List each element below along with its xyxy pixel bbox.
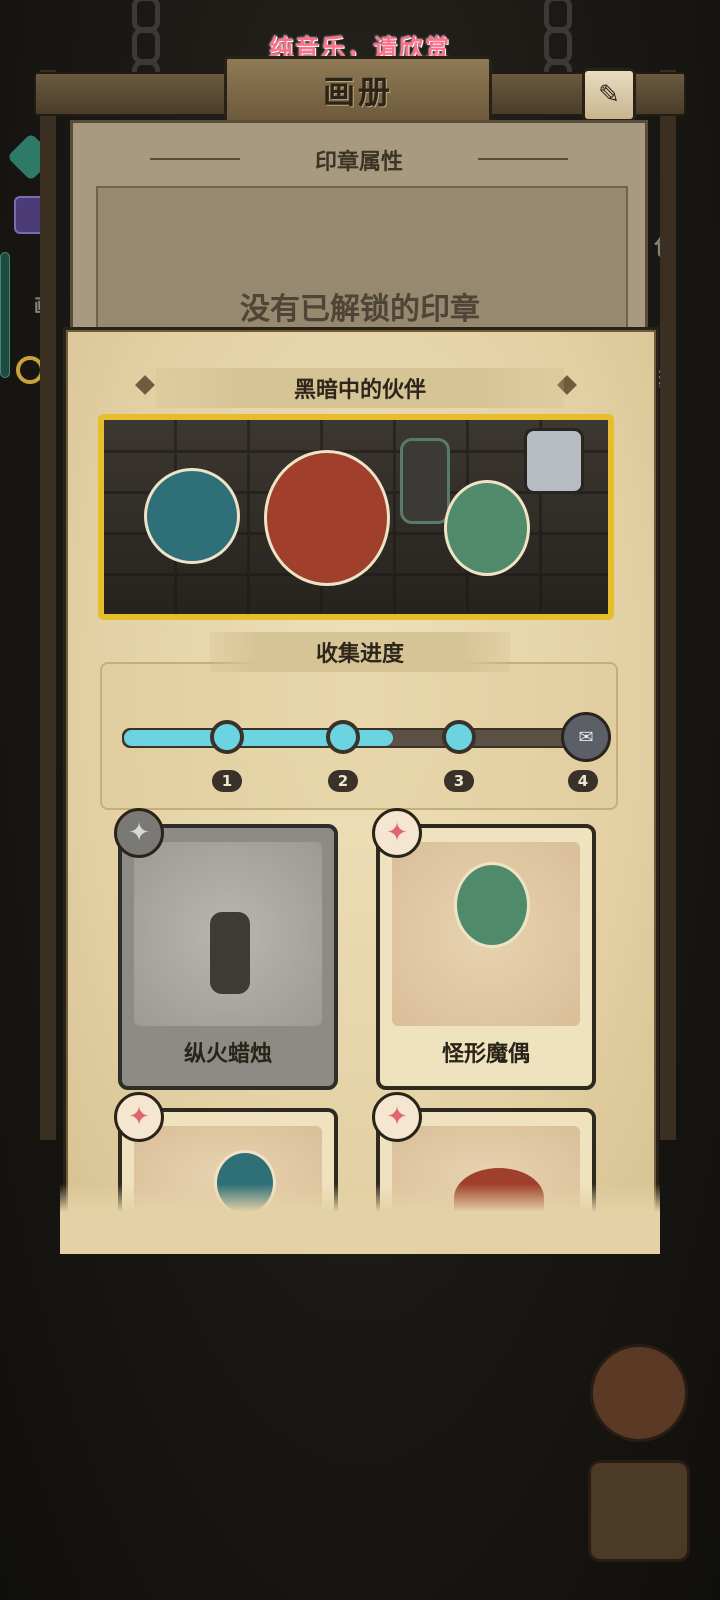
progress-node-3: [442, 720, 476, 754]
brush-button[interactable]: ✎: [582, 68, 636, 122]
card-art: [392, 842, 580, 1026]
paw-icon: ✦: [114, 808, 164, 858]
card-name: 怪形魔偶: [441, 1042, 530, 1067]
album-cover-illustration: [98, 414, 614, 620]
album-title: 黑暗中的伙伴: [156, 368, 564, 408]
paw-icon: ✦: [372, 1092, 422, 1142]
reward-button[interactable]: ✉: [561, 712, 611, 762]
paw-icon: ✦: [372, 808, 422, 858]
backpack-button[interactable]: [588, 1460, 690, 1562]
progress-node-2: [326, 720, 360, 754]
milestone-label-4: 4: [568, 770, 598, 792]
window-title: 画册: [224, 56, 492, 124]
card-name: 纵火蜡烛: [183, 1042, 272, 1067]
seal-panel-title: 印章属性: [70, 144, 648, 176]
ice-spirit-figure: [144, 468, 240, 564]
milestone-label-3: 3: [444, 770, 474, 792]
paw-button[interactable]: [590, 1344, 688, 1442]
progress-node-1: [210, 720, 244, 754]
puppet-figure: [454, 862, 530, 948]
progress-title: 收集进度: [210, 632, 510, 672]
mouse-girl-figure: [264, 450, 390, 586]
milestone-label-2: 2: [328, 770, 358, 792]
candle-figure: [210, 912, 250, 994]
puppet-fist: [524, 428, 584, 494]
card-art: [134, 842, 322, 1026]
card-monster-puppet[interactable]: 怪形魔偶: [376, 824, 596, 1090]
parchment-bottom-edge: [60, 1184, 660, 1254]
candle-figure: [400, 438, 450, 524]
paw-icon: ✦: [114, 1092, 164, 1142]
puppet-figure: [444, 480, 530, 576]
card-arson-candle[interactable]: 纵火蜡烛: [118, 824, 338, 1090]
seal-panel-empty-text: 没有已解锁的印章: [240, 292, 480, 327]
milestone-label-1: 1: [212, 770, 242, 792]
side-tab-handle[interactable]: [0, 252, 10, 378]
reward-icon: ✉: [578, 726, 594, 748]
brush-icon: ✎: [598, 80, 620, 110]
